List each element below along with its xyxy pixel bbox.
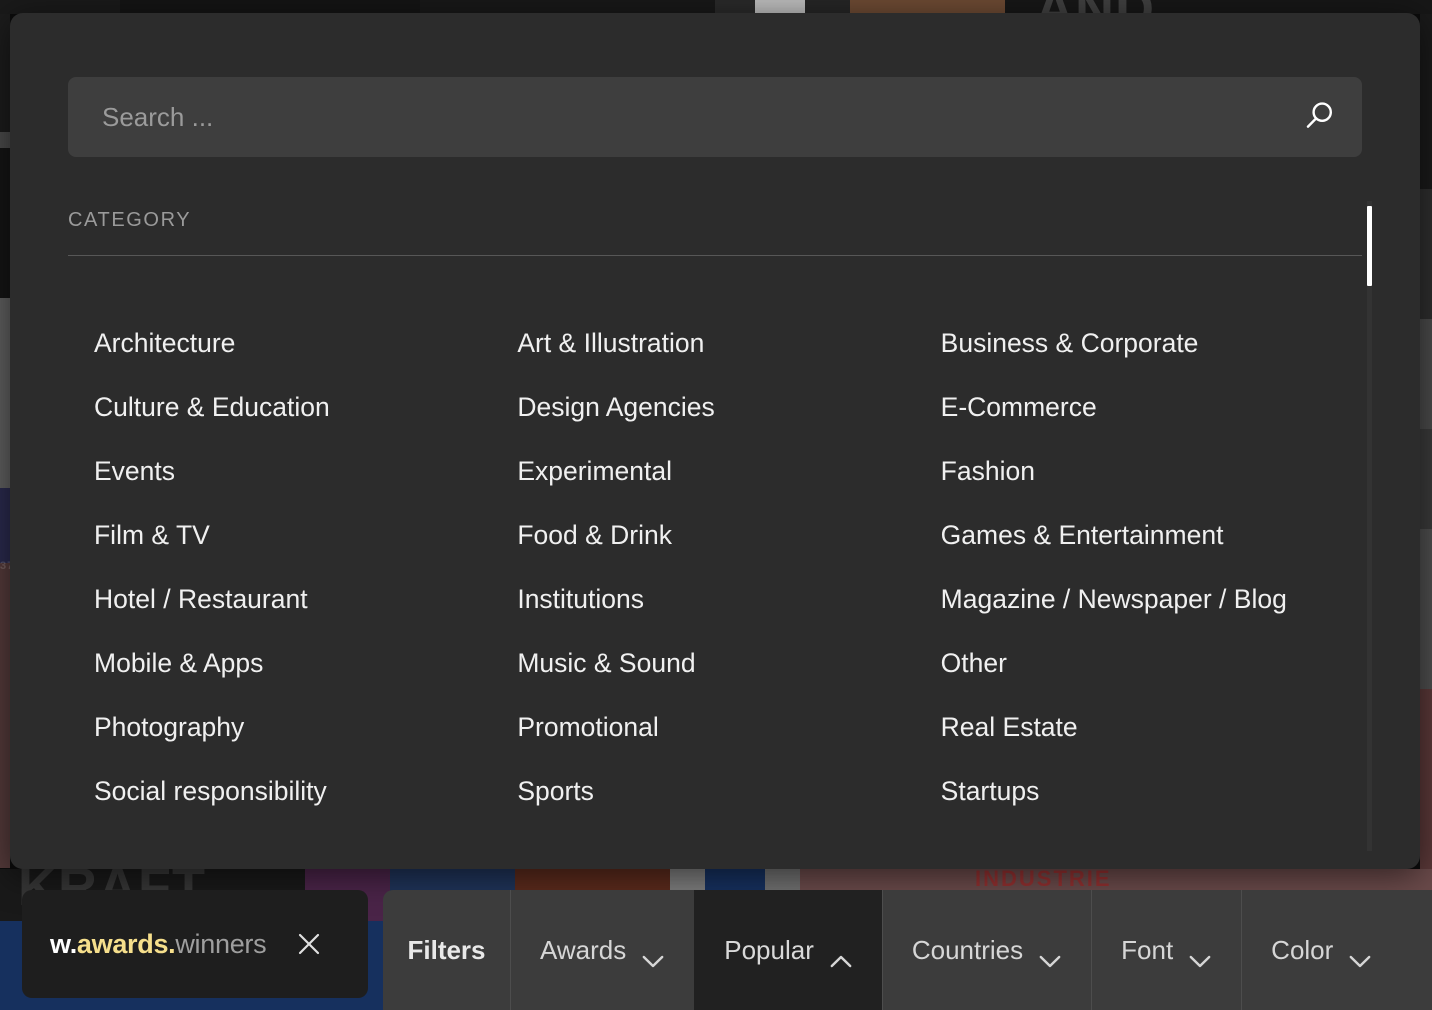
bottom-bar: w.awards.winners Filters Awards Popular … [0, 890, 1432, 1010]
bg-thumb [755, 0, 805, 14]
category-item[interactable]: Film & TV [84, 503, 507, 567]
bg-text-industrie: INDUSTRIE [975, 866, 1112, 891]
category-item[interactable]: Architecture [84, 311, 507, 375]
filter-tab-color[interactable]: Color [1241, 890, 1401, 1010]
filters-label: Filters [383, 890, 510, 1010]
brand-part-awards: awards. [76, 928, 176, 959]
bg-thumb [715, 0, 755, 14]
category-item[interactable]: Games & Entertainment [931, 503, 1354, 567]
bg-thumb [805, 0, 850, 14]
bg-thumb [1420, 189, 1432, 319]
category-column-3: Business & Corporate E-Commerce Fashion … [931, 311, 1354, 823]
search-submit-button[interactable] [1276, 77, 1362, 157]
category-item[interactable]: Business & Corporate [931, 311, 1354, 375]
category-item[interactable]: Art & Illustration [507, 311, 930, 375]
section-title: CATEGORY [68, 209, 192, 231]
bg-thumb [0, 298, 10, 488]
filter-tab-label: Popular [724, 934, 814, 965]
brand-part-winners: winners [175, 928, 267, 959]
bg-thumb [0, 148, 10, 298]
category-item[interactable]: Institutions [507, 567, 930, 631]
bg-thumb [1420, 529, 1432, 689]
category-item[interactable]: Magazine / Newspaper / Blog [931, 567, 1354, 631]
filter-tab-popular[interactable]: Popular [694, 890, 882, 1010]
chevron-down-icon [1349, 944, 1371, 967]
panel-scrollbar[interactable] [1367, 201, 1372, 851]
bg-thumb [0, 563, 10, 868]
bg-thumb [0, 132, 10, 148]
category-item[interactable]: Food & Drink [507, 503, 930, 567]
category-item[interactable]: Mobile & Apps [84, 631, 507, 695]
category-dropdown-panel: CATEGORY Architecture Culture & Educatio… [10, 13, 1420, 869]
chevron-up-icon [830, 944, 852, 967]
category-item[interactable]: Promotional [507, 695, 930, 759]
brand-label: w.awards.winners [50, 928, 267, 960]
category-item[interactable]: Design Agencies [507, 375, 930, 439]
category-item[interactable]: Hotel / Restaurant [84, 567, 507, 631]
category-item[interactable]: Music & Sound [507, 631, 930, 695]
chevron-down-icon [1039, 944, 1061, 967]
filter-tab-countries[interactable]: Countries [881, 890, 1091, 1010]
bg-thumb [0, 14, 10, 132]
filter-tab-awards[interactable]: Awards [510, 890, 694, 1010]
brand-chip[interactable]: w.awards.winners [22, 890, 368, 998]
category-item[interactable]: Other [931, 631, 1354, 695]
panel-scrollbar-thumb[interactable] [1367, 206, 1372, 286]
section-divider [68, 255, 1362, 256]
search-input[interactable] [68, 77, 1276, 157]
bg-thumb [0, 0, 120, 14]
chevron-down-icon [642, 944, 664, 967]
category-item[interactable]: Social responsibility [84, 759, 507, 823]
category-item[interactable]: E-Commerce [931, 375, 1354, 439]
bg-thumb [1420, 14, 1432, 189]
bg-thumb [420, 0, 715, 14]
category-item[interactable]: Fashion [931, 439, 1354, 503]
bg-thumb [850, 0, 1005, 14]
filters-label-text: Filters [407, 934, 486, 965]
bg-thumb [1420, 319, 1432, 429]
chevron-down-icon [1189, 944, 1211, 967]
bg-thumb [0, 488, 10, 563]
bg-thumb [120, 0, 420, 14]
category-grid: Architecture Culture & Education Events … [84, 311, 1354, 823]
category-column-2: Art & Illustration Design Agencies Exper… [507, 311, 930, 823]
close-icon[interactable] [294, 929, 324, 959]
bg-thumb [1420, 689, 1432, 869]
brand-part-w: w. [50, 928, 77, 959]
search-icon [1302, 99, 1336, 136]
category-item[interactable]: Photography [84, 695, 507, 759]
filters-toolbar: Filters Awards Popular Countries Font Co… [383, 890, 1432, 1010]
bg-thumb [1420, 429, 1432, 529]
category-section-header: CATEGORY [68, 209, 1362, 256]
filter-tab-label: Countries [911, 934, 1024, 965]
category-item[interactable]: Culture & Education [84, 375, 507, 439]
category-item[interactable]: Events [84, 439, 507, 503]
category-item[interactable]: Sports [507, 759, 930, 823]
search-bar[interactable] [68, 77, 1362, 157]
category-item[interactable]: Startups [931, 759, 1354, 823]
filter-tab-label: Font [1121, 934, 1174, 965]
category-item[interactable]: Real Estate [931, 695, 1354, 759]
filter-tab-label: Awards [540, 934, 627, 965]
filter-tab-label: Color [1271, 934, 1334, 965]
category-item[interactable]: Experimental [507, 439, 930, 503]
filter-tab-font[interactable]: Font [1091, 890, 1241, 1010]
app-screen: AND 37 INDUSTRIE KRAFT [0, 0, 1432, 1010]
category-column-1: Architecture Culture & Education Events … [84, 311, 507, 823]
